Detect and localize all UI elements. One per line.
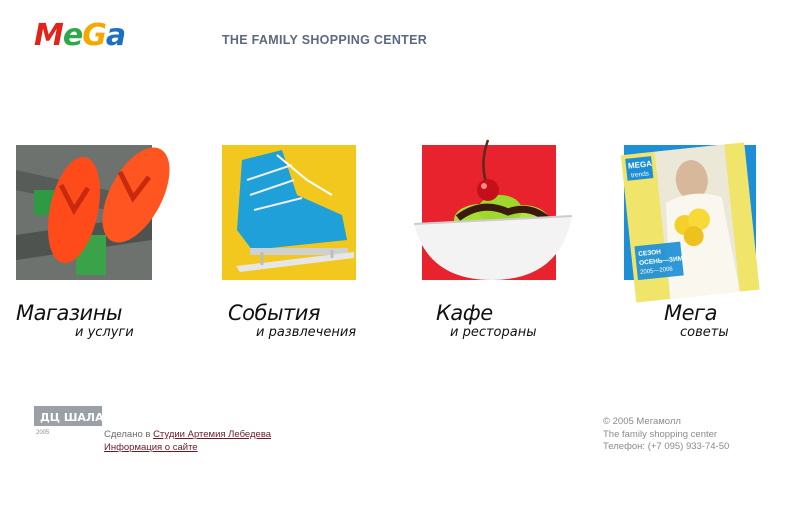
- tile-events-link[interactable]: События и развлечения: [222, 140, 392, 340]
- ice-cream-image: [413, 139, 573, 280]
- tile-cafe-subtitle: и рестораны: [450, 325, 537, 340]
- mega-logo[interactable]: MeGa: [34, 16, 144, 53]
- tile-tips[interactable]: MEGA trends СЕЗОН ОСЕНЬ—ЗИМА 2005—2006 М…: [620, 140, 794, 340]
- tile-cafe[interactable]: Кафе и рестораны: [413, 139, 592, 340]
- studio-logo-year: 2005: [36, 430, 50, 436]
- copyright-text: © 2005 Мегамолл: [603, 416, 681, 427]
- studio-logo[interactable]: ДЦ ШАЛАШУ 2005: [34, 406, 126, 436]
- phone-text: Телефон: (+7 095) 933-74-50: [603, 441, 730, 452]
- tile-tips-title: Мега: [664, 301, 717, 325]
- made-by-prefix: Сделано в: [104, 429, 154, 440]
- studio-logo-text: ДЦ ШАЛАШУ: [40, 411, 102, 424]
- tile-events-subtitle: и развлечения: [256, 325, 357, 340]
- credits: Сделано в Студии Артемия Лебедева Информ…: [104, 428, 271, 454]
- tile-tips-subtitle: советы: [680, 325, 729, 340]
- made-by-line: Сделано в Студии Артемия Лебедева: [104, 428, 271, 441]
- tile-tips-link[interactable]: MEGA trends СЕЗОН ОСЕНЬ—ЗИМА 2005—2006 М…: [620, 140, 794, 340]
- site-info-link[interactable]: Информация о сайте: [104, 442, 198, 453]
- company-text: The family shopping center: [603, 428, 718, 440]
- mega-logo-text: MeGa: [34, 18, 125, 50]
- tagline: THE FAMILY SHOPPING CENTER: [222, 33, 428, 47]
- magazine-image: MEGA trends СЕЗОН ОСЕНЬ—ЗИМА 2005—2006: [620, 140, 760, 303]
- tile-events-title: События: [228, 301, 321, 325]
- tile-shops-link[interactable]: Магазины и услуги: [16, 140, 186, 340]
- tile-shops[interactable]: Магазины и услуги: [16, 140, 186, 340]
- tile-shops-title: Магазины: [16, 301, 123, 325]
- ice-skate-image: [222, 140, 358, 280]
- tile-events[interactable]: События и развлечения: [222, 140, 392, 340]
- tile-cafe-link[interactable]: Кафе и рестораны: [413, 139, 592, 340]
- copyright-block: © 2005 Мегамолл The family shopping cent…: [603, 416, 729, 454]
- tile-cafe-title: Кафе: [436, 301, 493, 325]
- studio-link[interactable]: Студии Артемия Лебедева: [153, 429, 271, 440]
- flip-flops-image: [16, 140, 170, 280]
- info-line: Информация о сайте: [104, 441, 271, 454]
- tile-shops-subtitle: и услуги: [75, 325, 134, 340]
